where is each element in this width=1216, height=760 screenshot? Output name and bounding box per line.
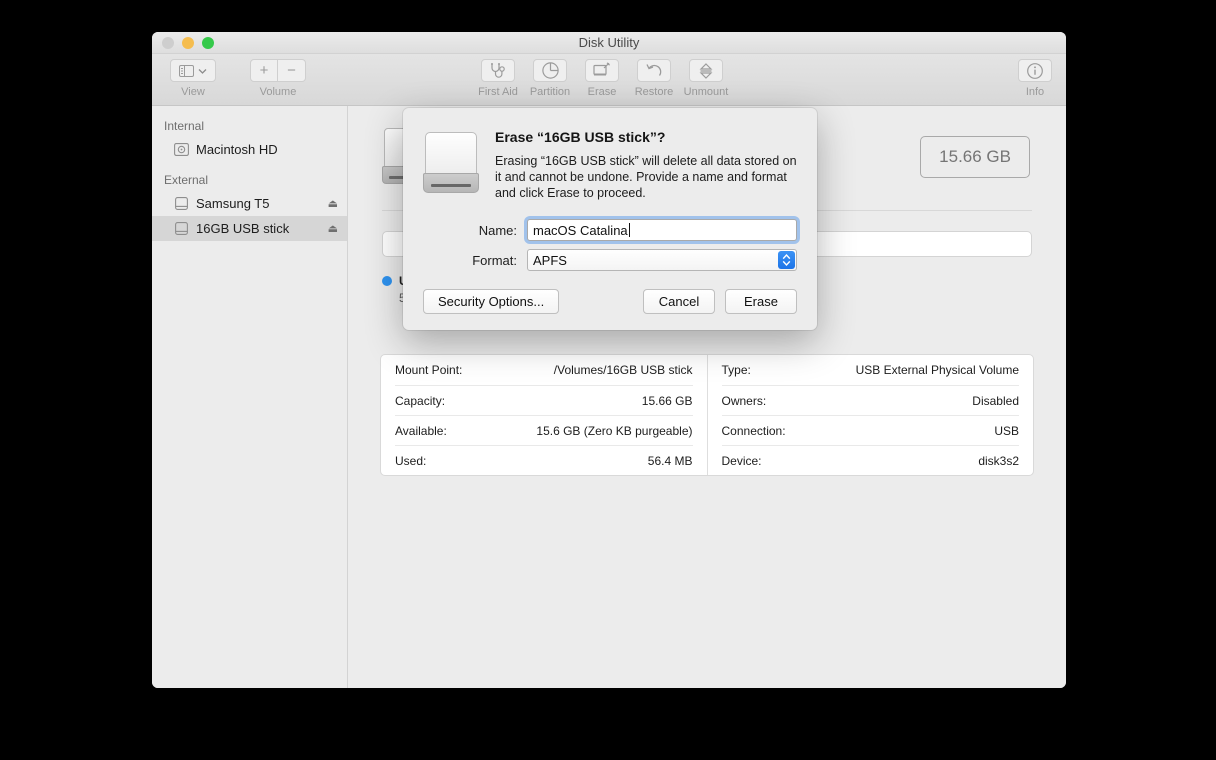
- tool-first-aid[interactable]: First Aid: [472, 59, 524, 98]
- tool-restore[interactable]: Restore: [628, 59, 680, 98]
- info-key: Type:: [721, 363, 751, 377]
- sidebar-group-internal-header: Internal: [164, 119, 205, 133]
- info-key: Capacity:: [395, 393, 446, 408]
- sidebar-icon: [179, 64, 194, 77]
- partition-button[interactable]: [533, 59, 567, 82]
- cancel-button[interactable]: Cancel: [643, 289, 715, 314]
- info-value: Disabled: [972, 393, 1019, 408]
- info-value: USB External Physical Volume: [855, 363, 1019, 377]
- remove-volume-button[interactable]: −: [278, 59, 306, 82]
- tool-erase[interactable]: Erase: [576, 59, 628, 98]
- erase-confirm-button[interactable]: Erase: [725, 289, 797, 314]
- sidebar-group-external-header: External: [164, 173, 209, 187]
- sidebar-item-label: Samsung T5: [196, 196, 270, 211]
- view-label: View: [181, 86, 205, 98]
- view-button[interactable]: [170, 59, 216, 82]
- internal-disk-icon: [174, 142, 189, 157]
- sidebar-item-label: 16GB USB stick: [196, 221, 290, 236]
- sidebar-item-samsung-t5[interactable]: Samsung T5 ⏏: [152, 191, 347, 216]
- sidebar-item-label: Macintosh HD: [196, 142, 278, 157]
- table-row: Connection: USB: [721, 415, 1019, 445]
- undo-arrow-icon: [645, 63, 663, 79]
- partition-label: Partition: [529, 86, 571, 98]
- dialog-buttons: Security Options... Cancel Erase: [423, 289, 797, 314]
- info-key: Connection:: [721, 423, 786, 438]
- restore-button[interactable]: [637, 59, 671, 82]
- eject-icon[interactable]: ⏏: [328, 222, 338, 235]
- dialog-fields: Name: macOS Catalina Format: APFS: [423, 219, 797, 271]
- erase-dialog: Erase “16GB USB stick”? Erasing “16GB US…: [403, 108, 817, 330]
- eraser-icon: [593, 62, 611, 79]
- table-row: Available: 15.6 GB (Zero KB purgeable): [395, 415, 693, 445]
- first-aid-label: First Aid: [478, 86, 518, 98]
- stepper-chevrons-icon[interactable]: [778, 251, 795, 269]
- view-group: View: [170, 59, 216, 98]
- info-key: Owners:: [721, 393, 767, 408]
- table-row: Mount Point: /Volumes/16GB USB stick: [395, 355, 693, 385]
- legend-dot-used: [382, 276, 392, 286]
- chevron-down-icon: [198, 68, 207, 74]
- pie-chart-icon: [541, 62, 559, 79]
- first-aid-button[interactable]: [481, 59, 515, 82]
- info-key: Available:: [395, 423, 447, 438]
- external-disk-icon: [174, 221, 189, 236]
- table-row: Used: 56.4 MB: [395, 445, 693, 475]
- dialog-message: Erasing “16GB USB stick” will delete all…: [495, 154, 797, 200]
- volume-group: + − Volume: [250, 59, 306, 98]
- table-row: Capacity: 15.66 GB: [395, 385, 693, 415]
- info-key: Device:: [721, 453, 762, 468]
- eject-icon[interactable]: ⏏: [328, 197, 338, 210]
- name-input[interactable]: macOS Catalina: [527, 219, 797, 241]
- info-column-right: Type: USB External Physical Volume Owner…: [706, 355, 1034, 475]
- external-disk-icon: [423, 130, 479, 196]
- info-key: Used:: [395, 453, 427, 468]
- sidebar: Internal Macintosh HD External Samsung T…: [152, 106, 348, 688]
- sidebar-item-macintosh-hd[interactable]: Macintosh HD: [152, 137, 347, 162]
- erase-label: Erase: [587, 86, 617, 98]
- window-title: Disk Utility: [578, 35, 640, 50]
- erase-button[interactable]: [585, 59, 619, 82]
- table-row: Type: USB External Physical Volume: [722, 355, 1020, 385]
- info-column-left: Mount Point: /Volumes/16GB USB stick Cap…: [381, 355, 707, 475]
- toolbar: View + − Volume First Aid Partition Eras…: [152, 54, 1066, 106]
- info-label: Info: [1025, 86, 1045, 98]
- window-titlebar[interactable]: Disk Utility: [152, 32, 1066, 54]
- unmount-button[interactable]: [689, 59, 723, 82]
- text-caret: [628, 223, 630, 237]
- format-field-row: Format: APFS: [423, 249, 797, 271]
- info-value: disk3s2: [978, 453, 1019, 468]
- format-select[interactable]: APFS: [527, 249, 797, 271]
- info-circle-icon: [1027, 62, 1043, 79]
- name-field-row: Name: macOS Catalina: [423, 219, 797, 241]
- format-label: Format:: [472, 252, 517, 268]
- eject-icon: [699, 62, 713, 79]
- volume-label: Volume: [259, 86, 297, 98]
- tool-partition[interactable]: Partition: [524, 59, 576, 98]
- dialog-title: Erase “16GB USB stick”?: [495, 129, 666, 145]
- info-button[interactable]: [1018, 59, 1052, 82]
- unmount-label: Unmount: [683, 86, 729, 98]
- format-select-value: APFS: [533, 252, 567, 268]
- capacity-badge: 15.66 GB: [920, 136, 1030, 178]
- restore-label: Restore: [634, 86, 674, 98]
- external-disk-icon: [174, 196, 189, 211]
- sidebar-item-16gb-usb-stick[interactable]: 16GB USB stick ⏏: [152, 216, 347, 241]
- table-row: Device: disk3s2: [721, 445, 1019, 475]
- info-value: USB: [994, 423, 1019, 438]
- info-group: Info: [1018, 59, 1052, 98]
- stethoscope-icon: [489, 62, 507, 79]
- add-volume-button[interactable]: +: [250, 59, 278, 82]
- name-label: Name:: [478, 222, 517, 238]
- tool-buttons: First Aid Partition Erase Restore Unmoun…: [472, 59, 732, 98]
- tool-unmount[interactable]: Unmount: [680, 59, 732, 98]
- volume-info-table: Mount Point: /Volumes/16GB USB stick Cap…: [380, 354, 1034, 476]
- info-value: 15.6 GB (Zero KB purgeable): [536, 423, 693, 438]
- security-options-button[interactable]: Security Options...: [423, 289, 560, 314]
- table-row: Owners: Disabled: [721, 385, 1019, 415]
- info-value: /Volumes/16GB USB stick: [553, 363, 693, 377]
- info-value: 56.4 MB: [647, 453, 693, 468]
- info-value: 15.66 GB: [641, 393, 693, 408]
- name-input-value: macOS Catalina: [533, 222, 628, 238]
- info-key: Mount Point:: [395, 363, 463, 377]
